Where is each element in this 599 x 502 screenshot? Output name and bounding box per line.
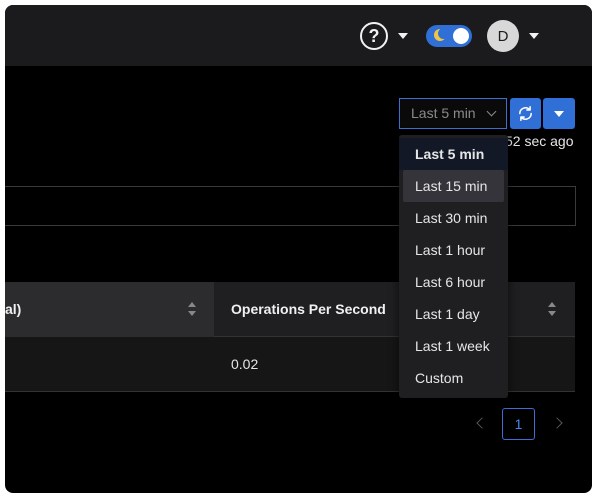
chevron-right-icon[interactable] — [551, 417, 563, 429]
user-menu-caret-icon[interactable] — [529, 33, 539, 39]
refresh-button[interactable] — [510, 98, 541, 129]
dropdown-option[interactable]: Custom — [399, 362, 508, 394]
dropdown-option[interactable]: Last 1 hour — [399, 234, 508, 266]
time-range-selected-value: Last 5 min — [411, 105, 476, 121]
top-bar: ? D — [5, 5, 592, 66]
column-header[interactable]: al) — [5, 282, 214, 337]
dropdown-option[interactable]: Last 15 min — [403, 170, 504, 202]
time-range-select[interactable]: Last 5 min — [399, 98, 507, 129]
help-icon[interactable]: ? — [360, 22, 388, 50]
column-header-label: al) — [5, 301, 22, 317]
app-window: ? D Last 5 min 52 sec ago al) Operations… — [5, 5, 592, 493]
table-cell: 0.02 — [231, 356, 259, 372]
sort-icon[interactable] — [188, 302, 196, 317]
dropdown-option[interactable]: Last 1 day — [399, 298, 508, 330]
dropdown-option[interactable]: Last 5 min — [399, 138, 508, 170]
column-header-label: Operations Per Second — [231, 301, 386, 317]
toggle-knob — [453, 28, 469, 44]
refresh-icon — [519, 105, 532, 122]
theme-toggle[interactable] — [426, 25, 472, 47]
dropdown-option[interactable]: Last 1 week — [399, 330, 508, 362]
refresh-interval-button[interactable] — [543, 98, 575, 129]
dropdown-option[interactable]: Last 30 min — [399, 202, 508, 234]
avatar[interactable]: D — [487, 20, 519, 52]
time-range-dropdown: Last 5 min Last 15 min Last 30 min Last … — [399, 135, 508, 398]
chevron-down-icon — [486, 106, 497, 117]
sort-icon[interactable] — [548, 302, 556, 317]
chevron-left-icon[interactable] — [476, 417, 488, 429]
column-header-ops[interactable]: Operations Per Second — [215, 282, 575, 337]
help-menu-caret-icon[interactable] — [398, 33, 408, 39]
caret-down-icon — [554, 111, 564, 117]
moon-icon — [434, 28, 449, 41]
last-updated-text: 52 sec ago — [505, 133, 574, 149]
dropdown-option[interactable]: Last 6 hour — [399, 266, 508, 298]
pagination-current-page[interactable]: 1 — [502, 408, 535, 440]
